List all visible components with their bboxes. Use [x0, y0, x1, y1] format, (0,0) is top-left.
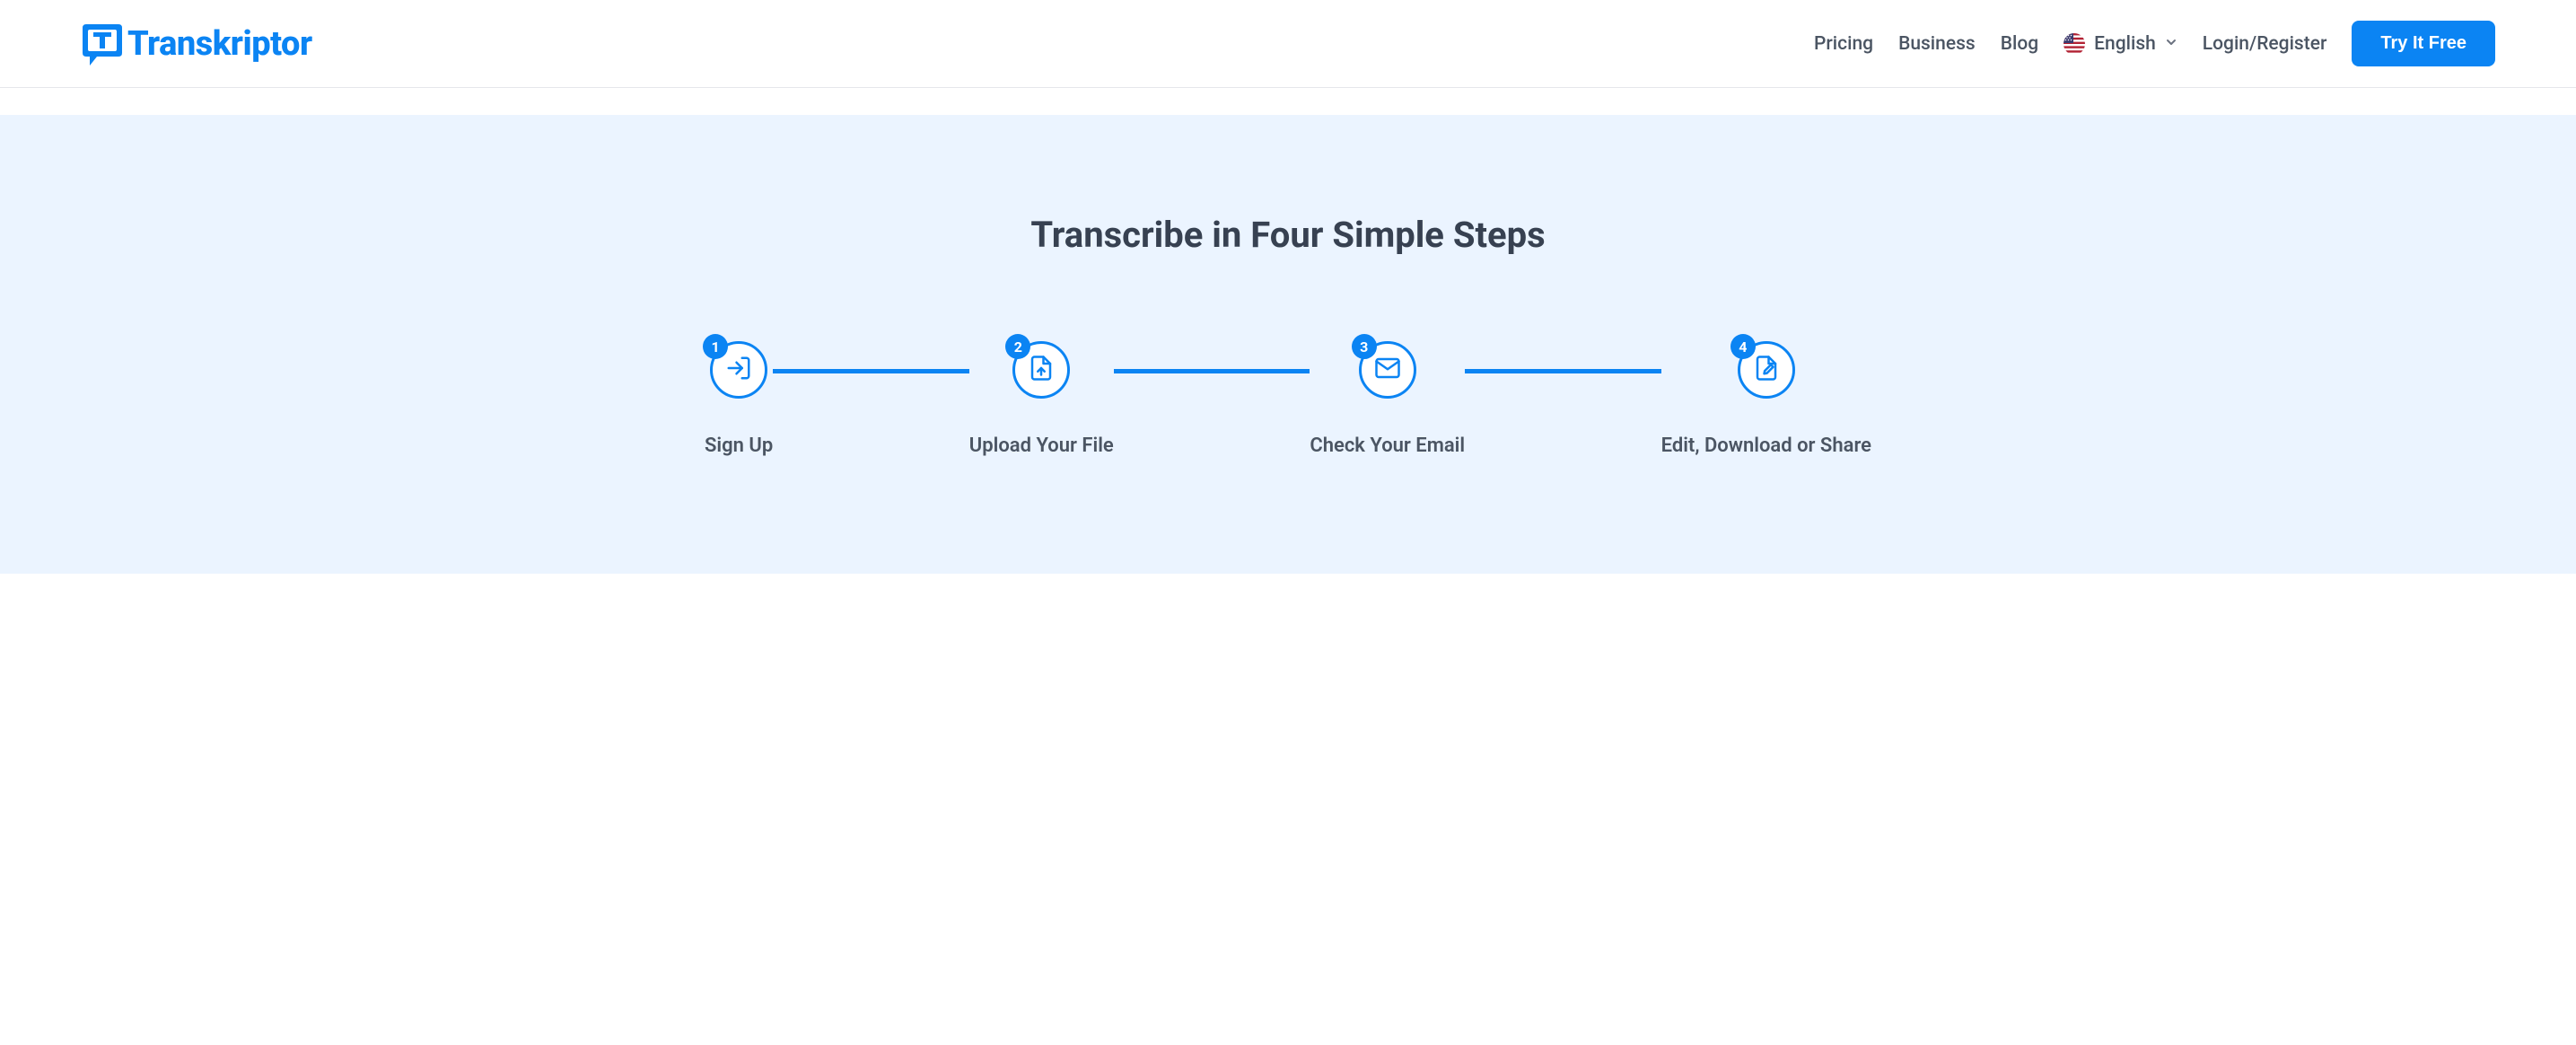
- step-number: 3: [1352, 334, 1377, 359]
- language-label: English: [2094, 33, 2156, 55]
- main-nav: Pricing Business Blog: [1814, 21, 2495, 66]
- logo[interactable]: Transkriptor: [81, 22, 312, 66]
- chevron-down-icon: [2165, 35, 2177, 52]
- steps-container: 1 Sign Up 2: [705, 341, 1871, 457]
- nav-business[interactable]: Business: [1898, 33, 1976, 55]
- step-label: Sign Up: [705, 435, 773, 457]
- hero-title: Transcribe in Four Simple Steps: [81, 214, 2495, 256]
- step-email: 3 Check Your Email: [1310, 341, 1465, 457]
- step-edit: 4 Edit, Download or Share: [1661, 341, 1871, 457]
- nav-blog[interactable]: Blog: [2001, 33, 2038, 55]
- step-number: 1: [703, 334, 728, 359]
- hero-section: Transcribe in Four Simple Steps 1: [0, 115, 2576, 574]
- nav-login[interactable]: Login/Register: [2203, 33, 2327, 55]
- step-connector: [1114, 369, 1310, 373]
- steps-row: 1 Sign Up 2: [705, 341, 1871, 457]
- nav-pricing[interactable]: Pricing: [1814, 33, 1873, 55]
- step-label: Edit, Download or Share: [1661, 435, 1871, 457]
- mail-icon: [1374, 355, 1401, 385]
- step-label: Upload Your File: [969, 435, 1114, 457]
- step-connector: [1465, 369, 1661, 373]
- step-connector: [773, 369, 969, 373]
- main-header: Transkriptor Pricing Business Blog: [0, 0, 2576, 88]
- edit-file-icon: [1753, 355, 1780, 385]
- step-label: Check Your Email: [1310, 435, 1465, 457]
- logo-icon: [81, 22, 124, 66]
- try-free-button[interactable]: Try It Free: [2352, 21, 2495, 66]
- logo-text: Transkriptor: [127, 24, 312, 64]
- step-upload: 2 Upload Your File: [969, 341, 1114, 457]
- step-number: 4: [1730, 334, 1756, 359]
- step-signup: 1 Sign Up: [705, 341, 773, 457]
- signin-icon: [725, 355, 752, 385]
- language-selector[interactable]: English: [2063, 33, 2177, 55]
- flag-us-icon: [2063, 33, 2085, 55]
- upload-file-icon: [1028, 355, 1055, 385]
